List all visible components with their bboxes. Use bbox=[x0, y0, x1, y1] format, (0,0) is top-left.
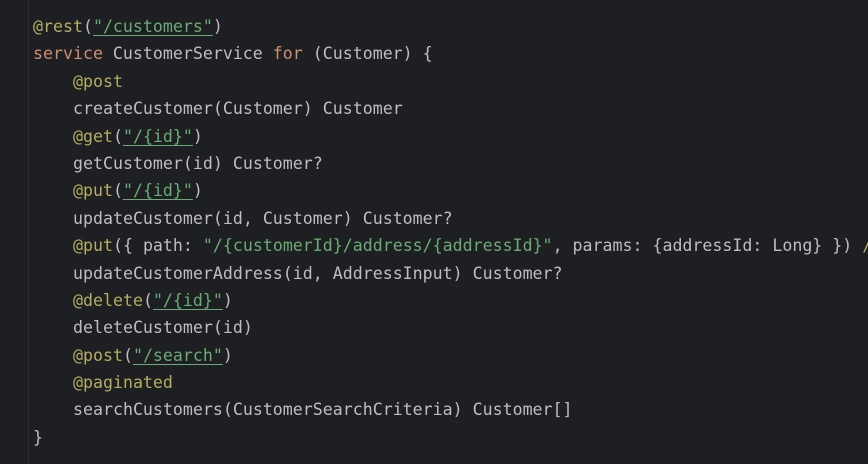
code-line-14[interactable]: @paginated bbox=[33, 369, 868, 396]
paren-token: ) bbox=[192, 181, 203, 201]
code-line-16[interactable]: } bbox=[33, 424, 868, 451]
string-token: "/{id}" bbox=[152, 290, 223, 310]
annotation-token: @put bbox=[73, 181, 113, 201]
paren-token: ( bbox=[142, 290, 153, 310]
code-line-8[interactable]: updateCustomer(id, Customer) Customer? bbox=[33, 205, 868, 232]
code-line-6[interactable]: getCustomer(id) Customer? bbox=[33, 150, 868, 177]
paren-token: ( bbox=[82, 17, 93, 36]
code-token: getCustomer(id) Customer? bbox=[73, 153, 323, 173]
truncated-token: / bbox=[862, 236, 868, 255]
paren-token: ) bbox=[222, 345, 233, 365]
string-token: "/search" bbox=[132, 345, 223, 365]
paren-token: ( bbox=[112, 181, 123, 201]
code-line-12[interactable]: deleteCustomer(id) bbox=[33, 314, 868, 341]
code-line-2[interactable]: service CustomerService for (Customer) { bbox=[33, 40, 868, 67]
annotation-token: @delete bbox=[73, 290, 143, 310]
code-token: ({ path: bbox=[112, 236, 203, 256]
code-line-9[interactable]: @put({ path: "/{customerId}/address/{add… bbox=[33, 232, 868, 259]
code-token: createCustomer(Customer) Customer bbox=[73, 99, 403, 119]
paren-token: ) bbox=[192, 126, 203, 146]
annotation-token: @rest bbox=[33, 17, 83, 36]
code-line-7[interactable]: @put("/{id}") bbox=[33, 177, 868, 204]
gutter-divider bbox=[28, 0, 29, 464]
code-block[interactable]: @rest("/customers") service CustomerServ… bbox=[33, 13, 868, 451]
keyword-token: service bbox=[33, 44, 103, 64]
keyword-token: for bbox=[272, 44, 303, 64]
code-line-1[interactable]: @rest("/customers") bbox=[33, 13, 868, 40]
code-line-3[interactable]: @post bbox=[33, 68, 868, 95]
string-token: "/{id}" bbox=[122, 126, 193, 146]
annotation-token: @put bbox=[73, 236, 113, 256]
annotation-token: @get bbox=[73, 126, 113, 146]
code-line-4[interactable]: createCustomer(Customer) Customer bbox=[33, 95, 868, 122]
paren-token: ) bbox=[222, 290, 233, 310]
string-token: "/customers" bbox=[92, 17, 213, 36]
string-token: "/{customerId}/address/{addressId}" bbox=[202, 236, 553, 256]
annotation-token: @paginated bbox=[73, 373, 173, 393]
paren-token: ) bbox=[212, 17, 223, 36]
code-token: (Customer) { bbox=[302, 44, 433, 64]
code-token: } bbox=[33, 427, 43, 447]
annotation-token: @post bbox=[73, 71, 123, 91]
code-line-11[interactable]: @delete("/{id}") bbox=[33, 287, 868, 314]
code-token: searchCustomers(CustomerSearchCriteria) … bbox=[73, 400, 573, 420]
code-line-15[interactable]: searchCustomers(CustomerSearchCriteria) … bbox=[33, 396, 868, 423]
code-line-5[interactable]: @get("/{id}") bbox=[33, 123, 868, 150]
code-line-10[interactable]: updateCustomerAddress(id, AddressInput) … bbox=[33, 260, 868, 287]
string-token: "/{id}" bbox=[122, 181, 193, 201]
identifier-token: CustomerService bbox=[102, 44, 273, 64]
code-token: deleteCustomer(id) bbox=[73, 318, 253, 338]
code-token: updateCustomer(id, Customer) Customer? bbox=[73, 208, 453, 228]
code-token: , params: {addressId: Long} }) bbox=[552, 236, 863, 256]
code-line-13[interactable]: @post("/search") bbox=[33, 342, 868, 369]
annotation-token: @post bbox=[73, 345, 123, 365]
code-token: updateCustomerAddress(id, AddressInput) … bbox=[73, 263, 563, 283]
code-editor[interactable]: @rest("/customers") service CustomerServ… bbox=[0, 0, 868, 464]
paren-token: ( bbox=[112, 126, 123, 146]
paren-token: ( bbox=[122, 345, 133, 365]
